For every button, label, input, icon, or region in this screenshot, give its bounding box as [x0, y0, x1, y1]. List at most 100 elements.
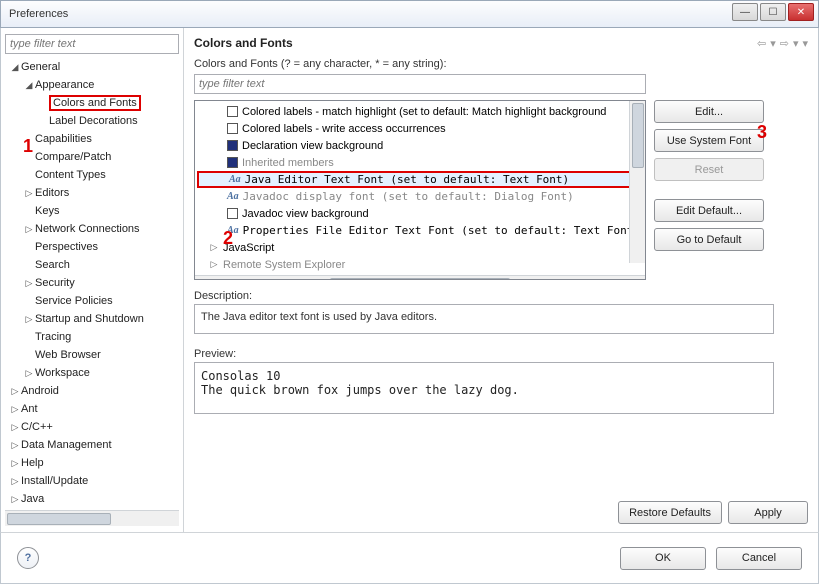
expanded-icon[interactable]: ◢	[23, 80, 35, 91]
edit-default-button[interactable]: Edit Default...	[654, 199, 764, 222]
color-swatch-icon	[227, 123, 238, 134]
collapsed-icon[interactable]: ▷	[9, 476, 21, 487]
tree-item[interactable]: ◢General	[5, 59, 179, 75]
fonts-tree-item[interactable]: Colored labels - write access occurrence…	[197, 120, 643, 137]
collapsed-icon[interactable]: ▷	[9, 440, 21, 451]
collapsed-icon[interactable]: ▷	[9, 494, 21, 505]
tree-item[interactable]: ▷Help	[5, 455, 179, 471]
fonts-tree-item[interactable]: Declaration view background	[197, 137, 643, 154]
tree-item[interactable]: Service Policies	[5, 293, 179, 309]
tree-item[interactable]: ▷Network Connections	[5, 221, 179, 237]
collapsed-icon[interactable]: ▷	[9, 458, 21, 469]
tree-item-label: Security	[35, 277, 75, 289]
colors-fonts-tree[interactable]: Colored labels - match highlight (set to…	[194, 100, 646, 280]
fwd-icon[interactable]: ⇨	[780, 37, 789, 50]
minimize-button[interactable]: —	[732, 3, 758, 21]
tree-item-label: Appearance	[35, 79, 94, 91]
reset-button: Reset	[654, 158, 764, 181]
tree-item-label: Editors	[35, 187, 69, 199]
back-icon[interactable]: ⇦	[757, 37, 766, 50]
dialog-button-bar: ? OK Cancel	[0, 532, 819, 584]
collapsed-icon[interactable]: ▷	[9, 386, 21, 397]
collapsed-icon[interactable]: ▷	[23, 188, 35, 199]
tree-item[interactable]: ▷Startup and Shutdown	[5, 311, 179, 327]
collapsed-icon: ▷	[209, 242, 219, 253]
tree-item[interactable]: ▷Security	[5, 275, 179, 291]
main-panel: Colors and Fonts ⇦ ▾ ⇨ ▾ ▾ Colors and Fo…	[184, 28, 818, 532]
collapsed-icon[interactable]: ▷	[23, 314, 35, 325]
tree-item[interactable]: ▷Install/Update	[5, 473, 179, 489]
fonts-tree-item[interactable]: Javadoc view background	[197, 205, 643, 222]
collapsed-icon: ▷	[209, 259, 219, 270]
restore-defaults-button[interactable]: Restore Defaults	[618, 501, 722, 524]
cancel-button[interactable]: Cancel	[716, 547, 802, 570]
tree-item[interactable]: Colors and Fonts	[5, 95, 179, 111]
tree-item[interactable]: ▷Data Management	[5, 437, 179, 453]
fonts-tree-item-label: Properties File Editor Text Font (set to…	[243, 224, 634, 237]
use-system-font-button[interactable]: Use System Font	[654, 129, 764, 152]
collapsed-icon[interactable]: ▷	[23, 368, 35, 379]
tree-item-label: Label Decorations	[49, 115, 138, 127]
tree-item[interactable]: Label Decorations	[5, 113, 179, 129]
close-button[interactable]: ✕	[788, 3, 814, 21]
fonts-tree-item[interactable]: AaJavadoc display font (set to default: …	[197, 188, 643, 205]
tree-item-label: C/C++	[21, 421, 53, 433]
tree-h-scrollbar[interactable]	[195, 275, 645, 280]
preview-label: Preview:	[194, 348, 808, 360]
tree-item-label: Service Policies	[35, 295, 113, 307]
tree-item[interactable]: ▷Workspace	[5, 365, 179, 381]
tree-item[interactable]: Tracing	[5, 329, 179, 345]
tree-item-label: Keys	[35, 205, 59, 217]
preferences-tree[interactable]: ◢General◢AppearanceColors and FontsLabel…	[5, 58, 179, 510]
apply-button[interactable]: Apply	[728, 501, 808, 524]
tree-item[interactable]: ▷Java	[5, 491, 179, 507]
fonts-tree-item[interactable]: AaProperties File Editor Text Font (set …	[197, 222, 643, 239]
fonts-tree-item-label: Inherited members	[242, 157, 334, 169]
tree-item[interactable]: ◢Appearance	[5, 77, 179, 93]
tree-item[interactable]: ▷Android	[5, 383, 179, 399]
tree-item-label: Content Types	[35, 169, 106, 181]
tree-item-label: Compare/Patch	[35, 151, 111, 163]
tree-item[interactable]: Keys	[5, 203, 179, 219]
help-button[interactable]: ?	[17, 547, 39, 569]
tree-item-label: Colors and Fonts	[49, 95, 141, 111]
collapsed-icon[interactable]: ▷	[23, 278, 35, 289]
fonts-tree-item[interactable]: Inherited members	[197, 154, 643, 171]
tree-v-scrollbar[interactable]	[629, 101, 645, 263]
expanded-icon[interactable]: ◢	[9, 62, 21, 73]
color-swatch-icon	[227, 208, 238, 219]
tree-item[interactable]: Content Types	[5, 167, 179, 183]
sidebar-h-scrollbar[interactable]	[5, 510, 179, 526]
collapsed-icon[interactable]: ▷	[23, 224, 35, 235]
tree-item[interactable]: ▷C/C++	[5, 419, 179, 435]
annotation-2: 2	[223, 228, 233, 249]
colors-fonts-filter-input[interactable]	[194, 74, 646, 94]
fonts-tree-item[interactable]: Aa Java Editor Text Font (set to default:…	[197, 171, 643, 188]
font-icon: Aa	[229, 174, 241, 185]
titlebar: Preferences — ☐ ✕	[0, 0, 819, 28]
tree-item-label: Workspace	[35, 367, 90, 379]
tree-item[interactable]: ▷Editors	[5, 185, 179, 201]
nav-arrows[interactable]: ⇦ ▾ ⇨ ▾ ▾	[757, 37, 808, 50]
go-to-default-button[interactable]: Go to Default	[654, 228, 764, 251]
fonts-tree-item[interactable]: ▷Remote System Explorer	[197, 256, 643, 273]
fonts-tree-item[interactable]: Colored labels - match highlight (set to…	[197, 103, 643, 120]
tree-item[interactable]: Web Browser	[5, 347, 179, 363]
tree-item[interactable]: Perspectives	[5, 239, 179, 255]
tree-item-label: Perspectives	[35, 241, 98, 253]
sidebar-filter-input[interactable]	[5, 34, 179, 54]
tree-item-label: Java	[21, 493, 44, 505]
tree-item[interactable]: ▷Ant	[5, 401, 179, 417]
tree-item-label: Web Browser	[35, 349, 101, 361]
tree-item-label: Startup and Shutdown	[35, 313, 144, 325]
tree-item[interactable]: Search	[5, 257, 179, 273]
edit-button[interactable]: Edit...	[654, 100, 764, 123]
color-swatch-icon	[227, 106, 238, 117]
ok-button[interactable]: OK	[620, 547, 706, 570]
collapsed-icon[interactable]: ▷	[9, 404, 21, 415]
collapsed-icon[interactable]: ▷	[9, 422, 21, 433]
fonts-tree-item[interactable]: ▷JavaScript	[197, 239, 643, 256]
fonts-tree-item-label: Java Editor Text Font (set to default: T…	[245, 173, 570, 186]
preview-box: Consolas 10 The quick brown fox jumps ov…	[194, 362, 774, 414]
maximize-button[interactable]: ☐	[760, 3, 786, 21]
